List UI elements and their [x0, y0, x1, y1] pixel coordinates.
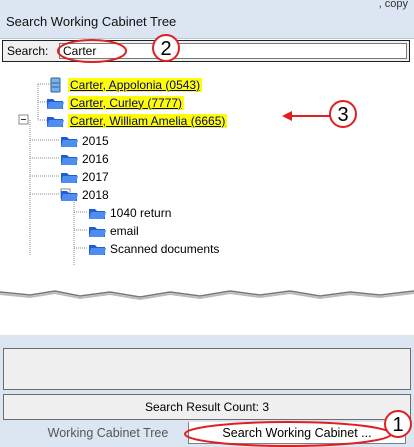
tree-item-year[interactable]: 2018: [60, 186, 109, 203]
result-detail-area: [3, 348, 411, 390]
client-label: Carter, Curley (7777): [68, 95, 185, 110]
folder-icon: [88, 223, 106, 239]
tree-item-year[interactable]: 2015: [60, 132, 109, 149]
tree-item-folder[interactable]: Scanned documents: [88, 240, 219, 257]
client-label: Carter, Appolonia (0543): [68, 77, 203, 92]
torn-edge-divider: [0, 290, 414, 330]
folder-icon: [46, 95, 64, 111]
panel-title: Search Working Cabinet Tree: [6, 14, 177, 29]
folder-icon: [60, 169, 78, 185]
tree-item-folder[interactable]: 1040 return: [88, 204, 171, 221]
header-overflow-text: , copy: [378, 0, 408, 10]
folder-icon: [60, 151, 78, 167]
folder-open-icon: [60, 187, 78, 203]
annotation-3: 3: [282, 100, 357, 128]
folder-open-icon: [46, 113, 64, 129]
tree-item-client[interactable]: Carter, Curley (7777): [46, 94, 185, 111]
tab-working-cabinet-tree[interactable]: Working Cabinet Tree: [30, 422, 186, 444]
year-label: 2017: [82, 169, 109, 184]
annotation-1: 1: [184, 410, 412, 447]
annotation-2: 2: [57, 34, 180, 63]
annotation-3-number: 3: [337, 104, 348, 126]
search-label: Search:: [7, 44, 49, 58]
tree-item-client[interactable]: Carter, William Amelia (6665): [46, 112, 228, 129]
folder-icon: [60, 133, 78, 149]
folder-label: 1040 return: [110, 205, 172, 220]
folder-icon: [88, 205, 106, 221]
year-label: 2018: [82, 187, 109, 202]
annotation-2-number: 2: [160, 38, 171, 60]
tree-item-folder[interactable]: email: [88, 222, 139, 239]
tree-item-year[interactable]: 2017: [60, 168, 109, 185]
folder-label: Scanned documents: [110, 241, 220, 256]
annotation-1-number: 1: [392, 414, 403, 436]
folder-label: email: [110, 223, 139, 238]
cabinet-icon: [46, 77, 64, 93]
client-label: Carter, William Amelia (6665): [68, 113, 228, 128]
folder-icon: [88, 241, 106, 257]
year-label: 2015: [82, 133, 109, 148]
tree-item-year[interactable]: 2016: [60, 150, 109, 167]
tree-item-client[interactable]: Carter, Appolonia (0543): [46, 76, 203, 93]
year-label: 2016: [82, 151, 109, 166]
